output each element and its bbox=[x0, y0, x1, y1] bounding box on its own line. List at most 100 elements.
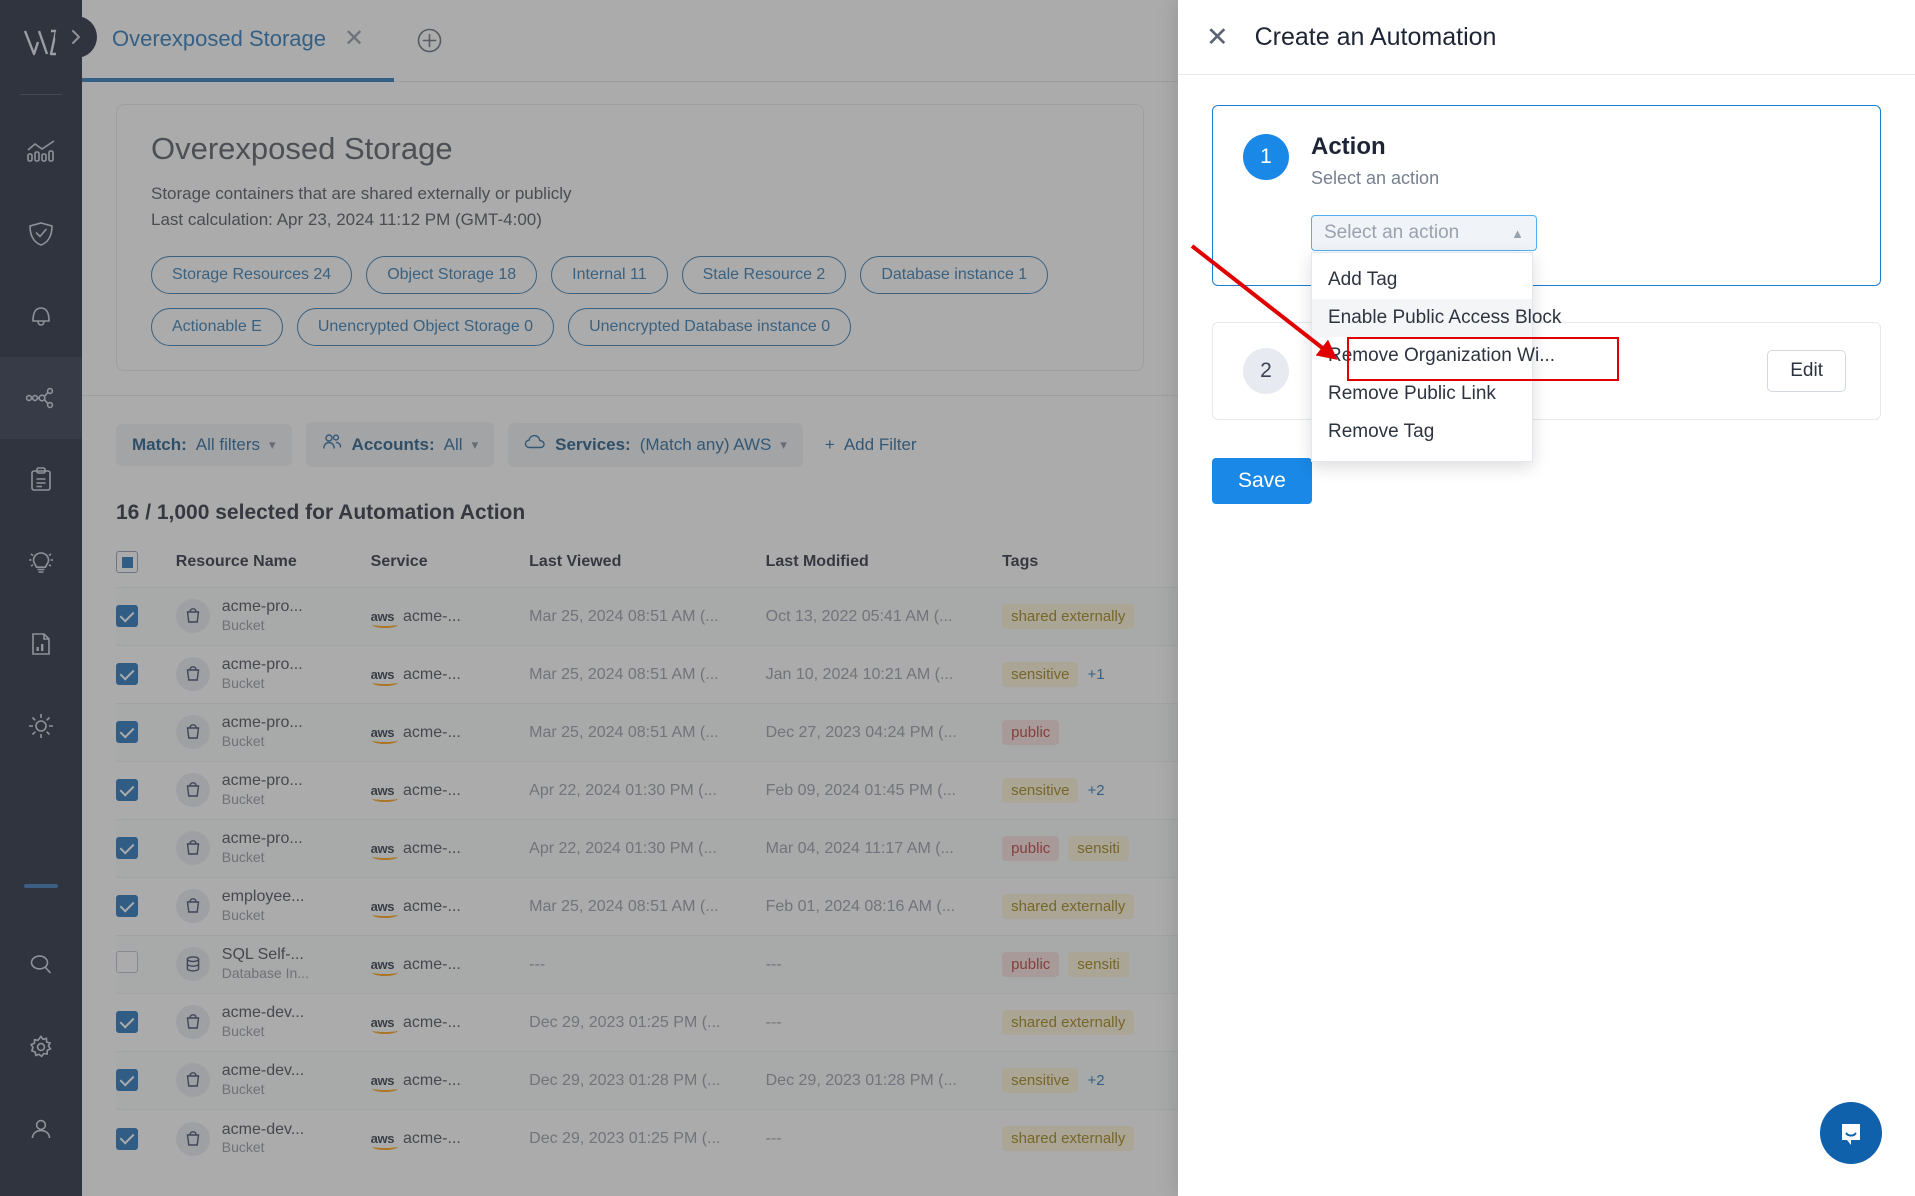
column-header-resource-name[interactable]: Resource Name bbox=[176, 551, 371, 588]
chip-unencrypted-database-instance[interactable]: Unencrypted Database instance 0 bbox=[568, 308, 852, 346]
table-row[interactable]: acme-pro... Bucket aws acme-... Mar 25, 2024… bbox=[116, 645, 1178, 704]
tag-chip[interactable]: sensiti bbox=[1068, 836, 1129, 861]
resource-name: acme-pro... bbox=[221, 830, 303, 848]
sidebar-item-analytics[interactable] bbox=[0, 111, 82, 193]
column-header-last-modified[interactable]: Last Modified bbox=[766, 551, 1002, 588]
edit-button[interactable]: Edit bbox=[1767, 350, 1846, 393]
chip-internal[interactable]: Internal 11 bbox=[551, 256, 668, 294]
table-row[interactable]: acme-pro... Bucket aws acme-... Apr 22, 2024… bbox=[116, 761, 1178, 820]
chip-actionable[interactable]: Actionable E bbox=[151, 308, 283, 346]
action-select[interactable]: Select an action ▲ bbox=[1311, 215, 1537, 252]
sidebar-item-alerts[interactable] bbox=[0, 275, 82, 357]
resource-name-cell[interactable]: employee... Bucket bbox=[175, 877, 371, 936]
page-title: Overexposed Storage bbox=[151, 131, 453, 166]
tag-chip[interactable]: sensiti bbox=[1068, 952, 1129, 977]
filter-services[interactable]: Services: (Match any) AWS ▾ bbox=[508, 422, 803, 467]
filter-accounts[interactable]: Accounts: All ▾ bbox=[305, 422, 495, 467]
tag-chip[interactable]: shared externally bbox=[1002, 604, 1135, 629]
close-icon[interactable]: ✕ bbox=[1206, 23, 1229, 51]
filter-accounts-value: All bbox=[443, 434, 463, 454]
option-remove-public-link[interactable]: Remove Public Link bbox=[1312, 375, 1532, 413]
tag-chip[interactable]: sensitive bbox=[1002, 662, 1079, 687]
row-checkbox[interactable] bbox=[116, 779, 138, 802]
tag-chip[interactable]: sensitive bbox=[1002, 778, 1079, 803]
table-row[interactable]: acme-dev... Bucket aws acme-... Dec 29, 2023… bbox=[116, 1109, 1178, 1168]
row-checkbox[interactable] bbox=[116, 1011, 138, 1034]
tag-chip[interactable]: shared externally bbox=[1002, 1126, 1135, 1152]
filter-match[interactable]: Match: All filters ▾ bbox=[116, 423, 292, 466]
row-checkbox[interactable] bbox=[116, 895, 138, 918]
resource-name-cell[interactable]: SQL Self-... Database In... bbox=[175, 935, 371, 994]
table-row[interactable]: acme-pro... Bucket aws acme-... Mar 25, 2024… bbox=[116, 703, 1178, 762]
resource-name-cell[interactable]: acme-pro... Bucket bbox=[175, 819, 371, 878]
sidebar-item-insights[interactable] bbox=[0, 521, 82, 603]
row-checkbox[interactable] bbox=[116, 663, 138, 686]
resource-name-cell[interactable]: acme-pro... Bucket bbox=[175, 645, 371, 704]
sidebar-item-explore[interactable] bbox=[0, 685, 82, 767]
tab-overexposed-storage[interactable]: Overexposed Storage ✕ bbox=[82, 0, 395, 82]
rail-divider bbox=[20, 94, 62, 95]
table-row[interactable]: acme-dev... Bucket aws acme-... Dec 29, 2023… bbox=[116, 993, 1178, 1052]
resource-type: Bucket bbox=[221, 848, 265, 865]
column-header-last-viewed[interactable]: Last Viewed bbox=[529, 551, 765, 588]
row-checkbox[interactable] bbox=[116, 951, 138, 973]
chip-database-instance[interactable]: Database instance 1 bbox=[860, 256, 1049, 294]
row-checkbox[interactable] bbox=[116, 837, 138, 860]
table-row[interactable]: SQL Self-... Database In... aws acme-... ---… bbox=[116, 935, 1178, 994]
table-row[interactable]: acme-dev... Bucket aws acme-... Dec 29, 2023… bbox=[116, 1051, 1178, 1110]
resource-name-cell[interactable]: acme-pro... Bucket bbox=[175, 703, 371, 762]
tag-chip[interactable]: public bbox=[1002, 952, 1060, 977]
tag-overflow-count[interactable]: +1 bbox=[1087, 666, 1104, 683]
table-row[interactable]: employee... Bucket aws acme-... Mar 25, 2024… bbox=[116, 877, 1178, 936]
row-checkbox[interactable] bbox=[116, 1069, 138, 1092]
option-add-tag[interactable]: Add Tag bbox=[1312, 261, 1532, 299]
chip-storage-resources[interactable]: Storage Resources 24 bbox=[151, 256, 353, 294]
resource-name-cell[interactable]: acme-pro... Bucket bbox=[175, 587, 371, 646]
tag-chip[interactable]: shared externally bbox=[1002, 894, 1135, 919]
option-remove-tag[interactable]: Remove Tag bbox=[1312, 413, 1532, 451]
save-button[interactable]: Save bbox=[1212, 458, 1312, 505]
column-header-service[interactable]: Service bbox=[371, 551, 530, 588]
last-modified-cell: Mar 04, 2024 11:17 AM (... bbox=[765, 819, 1003, 878]
row-checkbox[interactable] bbox=[116, 721, 138, 744]
resource-name-cell[interactable]: acme-dev... Bucket bbox=[175, 993, 371, 1052]
add-filter-button[interactable]: + Add Filter bbox=[817, 424, 925, 466]
chip-stale-resource[interactable]: Stale Resource 2 bbox=[681, 256, 847, 294]
row-checkbox[interactable] bbox=[116, 605, 138, 628]
tag-chip[interactable]: public bbox=[1002, 720, 1060, 745]
sidebar-item-account[interactable] bbox=[0, 1088, 82, 1170]
sidebar-item-security[interactable] bbox=[0, 193, 82, 275]
chip-unencrypted-object-storage[interactable]: Unencrypted Object Storage 0 bbox=[296, 308, 555, 346]
row-checkbox[interactable] bbox=[116, 1127, 138, 1150]
sidebar-item-search[interactable] bbox=[0, 924, 82, 1006]
tag-overflow-count[interactable]: +2 bbox=[1087, 1072, 1104, 1089]
action-select-placeholder: Select an action bbox=[1324, 222, 1460, 244]
resource-name-cell[interactable]: acme-dev... Bucket bbox=[175, 1109, 371, 1168]
tag-chip[interactable]: shared externally bbox=[1002, 1010, 1135, 1035]
sidebar-item-settings[interactable] bbox=[0, 1006, 82, 1088]
chip-object-storage[interactable]: Object Storage 18 bbox=[366, 256, 538, 294]
step-1-number: 1 bbox=[1243, 134, 1289, 180]
bucket-icon bbox=[175, 1005, 210, 1040]
sidebar-item-projects[interactable] bbox=[0, 439, 82, 521]
sidebar-item-reports[interactable] bbox=[0, 603, 82, 685]
tag-chip[interactable]: sensitive bbox=[1002, 1068, 1079, 1093]
chat-bubble-button[interactable] bbox=[1820, 1102, 1882, 1164]
sidebar-item-graph[interactable] bbox=[0, 357, 82, 439]
table-row[interactable]: acme-pro... Bucket aws acme-... Apr 22, 2024… bbox=[116, 819, 1178, 878]
sidebar-expand-button[interactable] bbox=[55, 16, 97, 58]
column-header-tags[interactable]: Tags bbox=[1002, 551, 1178, 588]
tag-overflow-count[interactable]: +2 bbox=[1087, 782, 1104, 799]
option-enable-public-access-block[interactable]: Enable Public Access Block bbox=[1312, 299, 1561, 338]
tab-label: Overexposed Storage bbox=[112, 26, 327, 51]
table-row[interactable]: acme-pro... Bucket aws acme-... Mar 25, 2024… bbox=[116, 587, 1178, 646]
add-tab-button[interactable] bbox=[394, 0, 465, 81]
service-account: acme-... bbox=[403, 781, 461, 799]
select-all-checkbox[interactable] bbox=[116, 551, 138, 573]
close-icon[interactable]: ✕ bbox=[344, 27, 364, 51]
bucket-icon bbox=[175, 773, 210, 808]
tag-chip[interactable]: public bbox=[1002, 836, 1060, 861]
resource-name-cell[interactable]: acme-dev... Bucket bbox=[175, 1051, 371, 1110]
resource-name-cell[interactable]: acme-pro... Bucket bbox=[175, 761, 371, 820]
resource-type: Bucket bbox=[221, 674, 265, 691]
